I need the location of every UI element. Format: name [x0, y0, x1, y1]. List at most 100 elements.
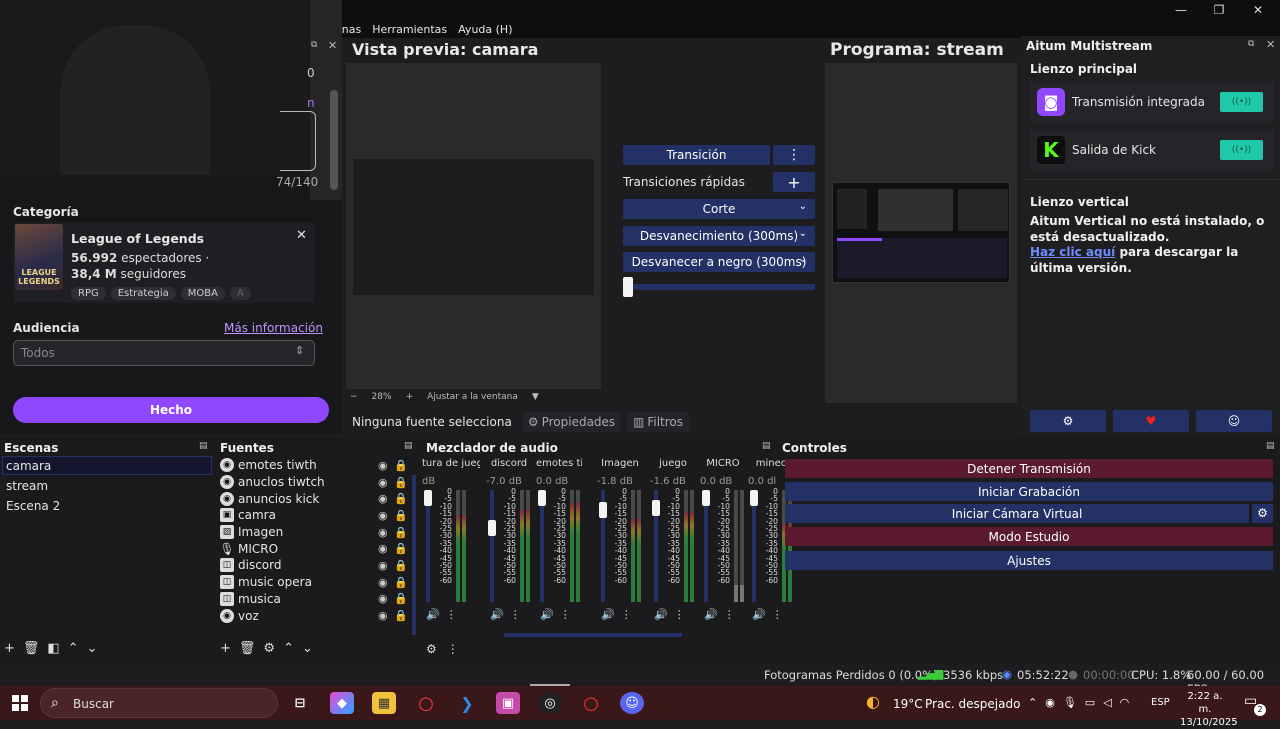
more-icon[interactable]: ⋮ [621, 608, 632, 621]
scene-item-escena2[interactable]: Escena 2 [0, 496, 60, 516]
microphone-icon[interactable]: 🎙 [1063, 696, 1077, 709]
dock-menu-icon[interactable]: ▤ [199, 441, 208, 451]
wifi-icon[interactable]: ◠ [1120, 696, 1130, 709]
volume-slider-handle[interactable] [424, 490, 432, 506]
download-link[interactable]: Haz clic aquí [1030, 245, 1115, 259]
add-transition-button[interactable]: + [773, 172, 815, 192]
tbar-slider[interactable] [623, 284, 815, 290]
task-view-icon[interactable]: ⊟ [288, 692, 312, 714]
language-indicator[interactable]: ESP [1151, 697, 1170, 708]
eye-icon[interactable]: ◉ [378, 559, 388, 572]
more-icon[interactable]: ⋮ [674, 608, 685, 621]
volume-slider-handle[interactable] [538, 490, 546, 506]
dock-menu-icon[interactable]: ▤ [762, 441, 771, 451]
tag[interactable]: A [229, 287, 251, 300]
opera-icon[interactable]: ○ [579, 692, 603, 714]
eye-icon[interactable]: ◉ [378, 459, 388, 472]
scrollbar[interactable] [330, 90, 338, 190]
transition-fade[interactable]: Desvanecimiento (300ms) ⌄ [623, 226, 815, 246]
obs-icon[interactable]: ◎ [538, 692, 562, 714]
volume-slider-track[interactable] [426, 490, 430, 602]
store-icon[interactable]: ▦ [372, 692, 396, 714]
zoom-dropdown-icon[interactable]: ▼ [532, 392, 539, 402]
settings-button[interactable]: Ajustes [785, 551, 1273, 570]
scene-item-stream[interactable]: stream [0, 476, 48, 496]
volume-icon[interactable]: ◁ [1103, 696, 1111, 709]
source-item[interactable]: ▣ camra ◉ 🔒 [218, 507, 416, 524]
taskbar-search[interactable]: ⌕ Buscar [40, 688, 278, 718]
source-item[interactable]: 🎙 MICRO ◉ 🔒 [218, 540, 416, 557]
minimize-button[interactable]: — [1173, 2, 1189, 18]
source-item[interactable]: ◫ music opera ◉ 🔒 [218, 574, 416, 591]
opera-gx-icon[interactable]: ○ [414, 692, 438, 714]
dock-menu-icon[interactable]: ▤ [1266, 441, 1275, 451]
speaker-icon[interactable]: 🔊 [654, 608, 668, 621]
maximize-button[interactable]: ❐ [1211, 2, 1227, 18]
lock-icon[interactable]: 🔒 [394, 592, 408, 605]
mixer-scrollbar-h[interactable] [504, 633, 682, 637]
dock-menu-icon[interactable]: ▤ [404, 441, 413, 451]
stop-stream-button[interactable]: Detener Transmisión [785, 459, 1273, 478]
tray-app-icon[interactable]: ◉ [1045, 696, 1055, 709]
menu-help[interactable]: Ayuda (H) [458, 23, 512, 36]
scene-item-camara[interactable]: camara [2, 456, 212, 475]
mixer-scrollbar-v[interactable] [412, 475, 416, 635]
stream-toggle-button[interactable]: ((•)) [1220, 140, 1263, 160]
volume-slider-track[interactable] [540, 490, 544, 602]
source-item[interactable]: ◫ musica ◉ 🔒 [218, 591, 416, 608]
muted-speaker-icon[interactable]: 🔊 [704, 608, 718, 621]
preview-canvas[interactable] [346, 63, 601, 389]
chevron-up-icon[interactable]: ⌃ [283, 641, 294, 656]
discord-icon[interactable]: ☺ [1196, 410, 1272, 432]
chevron-up-icon[interactable]: ⌃ [1028, 696, 1037, 709]
close-button[interactable]: ✕ [1250, 2, 1266, 18]
add-icon[interactable]: + [220, 641, 231, 656]
tbar-handle[interactable] [623, 277, 633, 297]
lock-icon[interactable]: 🔒 [394, 559, 408, 572]
eye-icon[interactable]: ◉ [378, 576, 388, 589]
transition-button[interactable]: Transición [623, 145, 770, 165]
zoom-out-button[interactable]: − [350, 392, 358, 402]
copilot-icon[interactable]: ◆ [330, 692, 354, 714]
eye-icon[interactable]: ◉ [378, 509, 388, 522]
category-card[interactable]: LEAGUE LEGENDS League of Legends 56.992 e… [13, 223, 315, 303]
vscode-icon[interactable]: ❯ [455, 692, 479, 714]
tag[interactable]: MOBA [180, 287, 225, 300]
volume-slider-handle[interactable] [599, 502, 607, 518]
studio-mode-button[interactable]: Modo Estudio [785, 527, 1273, 546]
lock-icon[interactable]: 🔒 [394, 476, 408, 489]
start-recording-button[interactable]: Iniciar Grabación [785, 482, 1273, 501]
eye-icon[interactable]: ◉ [378, 609, 388, 622]
transition-menu-icon[interactable]: ⋮ [773, 145, 815, 165]
more-icon[interactable]: ⋮ [724, 608, 735, 621]
close-icon[interactable]: ✕ [1266, 38, 1275, 51]
eye-icon[interactable]: ◉ [378, 476, 388, 489]
game-name[interactable]: League of Legends [71, 231, 204, 246]
zoom-in-button[interactable]: + [406, 392, 414, 402]
source-item[interactable]: ◫ discord ◉ 🔒 [218, 557, 416, 574]
settings-gear-button[interactable]: ⚙ [1030, 410, 1106, 432]
close-icon[interactable]: ✕ [328, 39, 337, 52]
lock-icon[interactable]: 🔒 [394, 576, 408, 589]
done-button[interactable]: Hecho [13, 397, 329, 423]
speaker-icon[interactable]: 🔊 [540, 608, 554, 621]
gear-icon[interactable]: ⚙ [263, 641, 275, 656]
menu-tools[interactable]: Herramientas [372, 23, 447, 36]
source-item[interactable]: ◉ anuncios kick ◉ 🔒 [218, 490, 416, 507]
properties-button[interactable]: ⚙ Propiedades [523, 412, 620, 432]
lock-icon[interactable]: 🔒 [394, 609, 408, 622]
source-item[interactable]: ◉ voz ◉ 🔒 [218, 607, 416, 624]
transition-fade-black[interactable]: Desvanecer a negro (300ms) ⌄ [623, 252, 815, 272]
popout-icon[interactable]: ⧉ [311, 40, 317, 50]
more-icon[interactable]: ⋮ [560, 608, 571, 621]
eye-icon[interactable]: ◉ [378, 542, 388, 555]
eye-icon[interactable]: ◉ [378, 592, 388, 605]
source-item[interactable]: ◉ anuclos tiwtch ◉ 🔒 [218, 474, 416, 491]
speaker-icon[interactable]: 🔊 [752, 608, 766, 621]
virtual-camera-settings-icon[interactable]: ⚙ [1252, 504, 1273, 523]
eye-icon[interactable]: ◉ [378, 526, 388, 539]
battery-icon[interactable]: ▭ [1085, 696, 1095, 709]
speaker-icon[interactable]: 🔊 [490, 608, 504, 621]
volume-slider-track[interactable] [704, 490, 708, 602]
volume-slider-track[interactable] [490, 490, 494, 602]
